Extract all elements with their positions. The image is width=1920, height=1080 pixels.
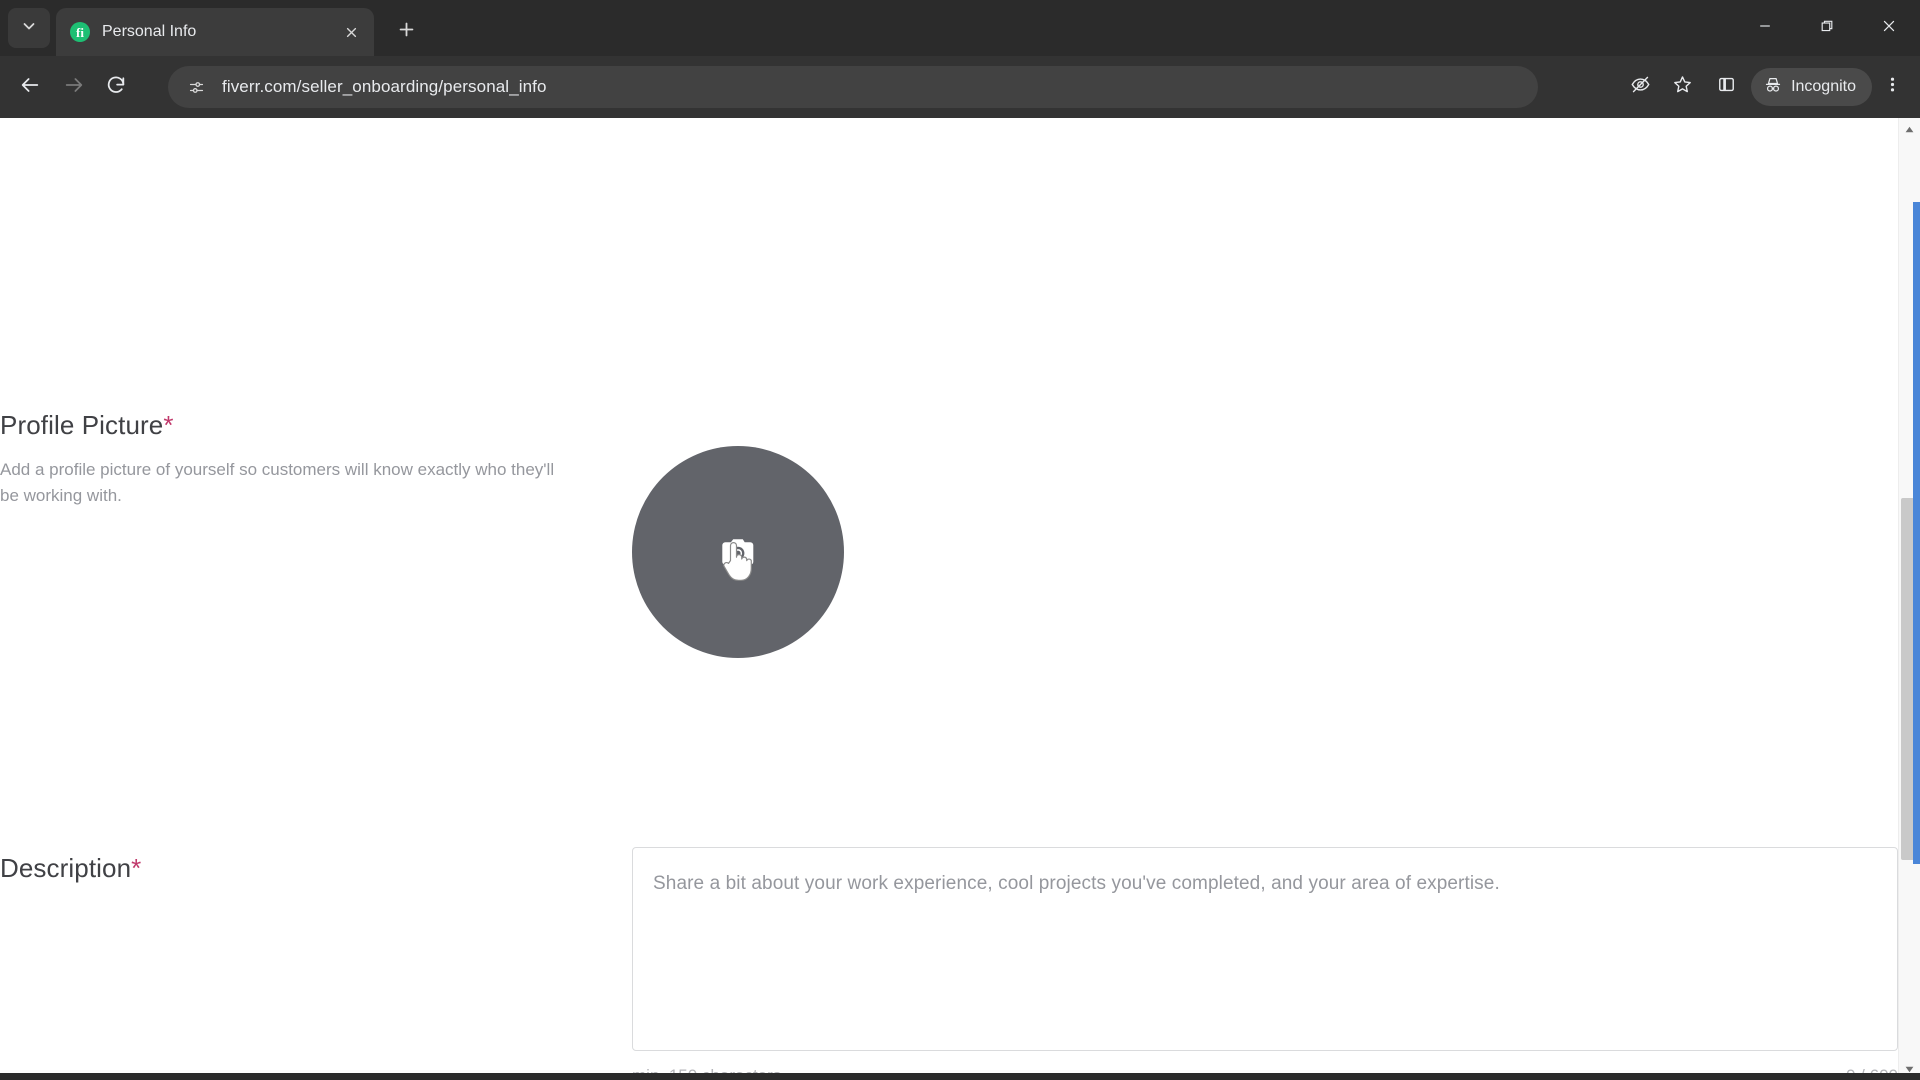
window-bottom-band xyxy=(0,1073,1920,1080)
triangle-up-icon xyxy=(1905,120,1914,138)
incognito-hat-icon xyxy=(1763,75,1783,100)
tracking-protection-button[interactable] xyxy=(1619,66,1661,108)
profile-picture-label-text: Profile Picture xyxy=(0,410,164,440)
camera-icon xyxy=(721,537,755,567)
minimize-icon xyxy=(1758,19,1772,38)
tune-sliders-icon[interactable] xyxy=(182,73,210,101)
arrow-right-icon xyxy=(63,74,85,101)
minimize-button[interactable] xyxy=(1734,0,1796,56)
window-controls xyxy=(1734,0,1920,56)
bookmark-button[interactable] xyxy=(1661,66,1703,108)
chrome-menu-button[interactable] xyxy=(1872,66,1912,108)
incognito-label: Incognito xyxy=(1791,78,1856,95)
browser-tab[interactable]: fi Personal Info xyxy=(56,8,374,56)
required-asterisk: * xyxy=(163,410,174,440)
close-icon xyxy=(1882,19,1896,38)
tab-strip: fi Personal Info xyxy=(0,0,1920,56)
three-dots-vertical-icon xyxy=(1884,76,1901,98)
restore-icon xyxy=(1820,19,1834,38)
maximize-button[interactable] xyxy=(1796,0,1858,56)
plus-icon xyxy=(398,21,415,43)
incognito-indicator[interactable]: Incognito xyxy=(1751,68,1872,106)
profile-picture-upload-button[interactable] xyxy=(632,446,844,658)
forward-button[interactable] xyxy=(54,67,94,107)
reload-button[interactable] xyxy=(96,67,136,107)
browser-toolbar: fiverr.com/seller_onboarding/personal_in… xyxy=(0,56,1920,118)
profile-picture-field: Profile Picture* Add a profile picture o… xyxy=(0,410,560,510)
description-placeholder: Share a bit about your work experience, … xyxy=(653,873,1500,894)
page-focus-highlight-bar xyxy=(1913,202,1920,864)
required-asterisk: * xyxy=(131,853,142,883)
page-viewport: Profile Picture* Add a profile picture o… xyxy=(0,118,1920,1080)
close-window-button[interactable] xyxy=(1858,0,1920,56)
profile-picture-help-text: Add a profile picture of yourself so cus… xyxy=(0,460,555,506)
arrow-left-icon xyxy=(19,74,41,101)
browser-window: fi Personal Info fiverr.com/seller_onboa… xyxy=(0,0,1920,1080)
new-tab-button[interactable] xyxy=(388,14,424,50)
scroll-up-button[interactable] xyxy=(1899,118,1920,140)
eye-slash-icon xyxy=(1630,74,1651,100)
back-button[interactable] xyxy=(10,67,50,107)
tab-search-button[interactable] xyxy=(8,8,50,48)
tab-title: Personal Info xyxy=(102,23,197,40)
description-label: Description* xyxy=(0,853,141,884)
reload-icon xyxy=(105,74,127,101)
description-field: Description* xyxy=(0,853,141,884)
description-textarea[interactable]: Share a bit about your work experience, … xyxy=(632,847,1898,1051)
description-label-text: Description xyxy=(0,853,132,883)
profile-picture-label: Profile Picture* xyxy=(0,410,560,441)
toolbar-actions: Incognito xyxy=(1619,66,1912,108)
side-panel-button[interactable] xyxy=(1703,66,1749,108)
address-bar[interactable]: fiverr.com/seller_onboarding/personal_in… xyxy=(168,66,1538,108)
star-icon xyxy=(1672,74,1693,100)
tab-close-button[interactable] xyxy=(338,19,364,45)
fiverr-favicon: fi xyxy=(70,22,90,42)
url-text: fiverr.com/seller_onboarding/personal_in… xyxy=(222,77,547,96)
chevron-down-icon xyxy=(21,18,37,39)
side-panel-icon xyxy=(1717,75,1736,99)
